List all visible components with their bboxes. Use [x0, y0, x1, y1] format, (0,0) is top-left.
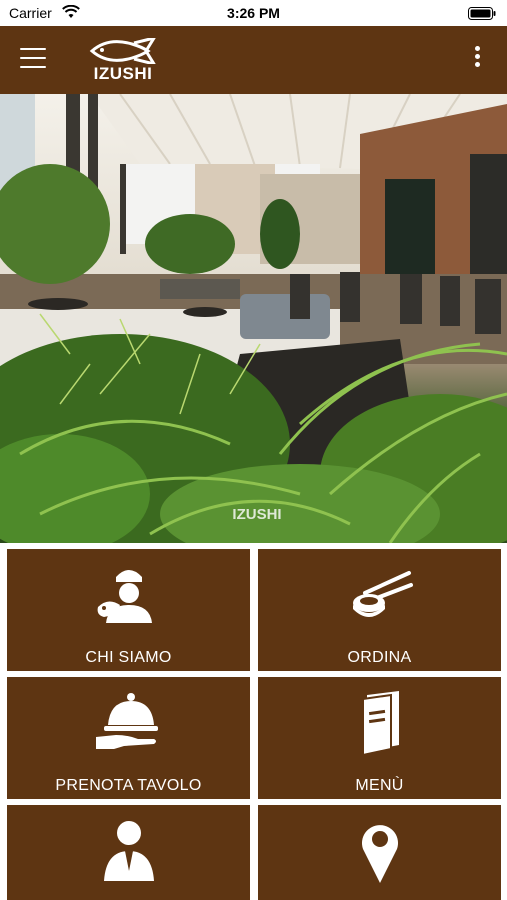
hero-watermark: IZUSHI — [232, 506, 282, 523]
sushi-chopsticks-icon — [352, 571, 413, 617]
tile-location[interactable] — [258, 805, 501, 900]
tile-label: CHI SIAMO — [85, 649, 172, 666]
app-header: IZUSHI — [0, 26, 507, 94]
tile-chi-siamo[interactable]: CHI SIAMO — [7, 549, 250, 671]
cloche-icon — [95, 693, 158, 749]
navigation-tiles: CHI SIAMO ORDINA PRENOTA TAVOLO MENÙ — [0, 543, 507, 900]
clock: 3:26 PM — [227, 5, 280, 21]
logo-text: IZUSHI — [93, 64, 153, 83]
menu-book-icon — [361, 691, 399, 755]
tile-label: MENÙ — [355, 777, 404, 794]
chef-icon — [97, 570, 152, 623]
hero-image: IZUSHI — [0, 94, 507, 543]
tile-label: ORDINA — [347, 649, 412, 666]
izushi-logo: IZUSHI — [88, 38, 158, 84]
location-pin-icon — [361, 825, 398, 883]
tile-prenota-tavolo[interactable]: PRENOTA TAVOLO — [7, 677, 250, 799]
tile-ordina[interactable]: ORDINA — [258, 549, 501, 671]
tile-staff[interactable] — [7, 805, 250, 900]
restaurant-terrace-photo — [0, 94, 507, 543]
person-icon — [103, 821, 154, 881]
tile-menu[interactable]: MENÙ — [258, 677, 501, 799]
tile-label: PRENOTA TAVOLO — [55, 777, 202, 794]
battery-icon — [468, 7, 496, 20]
status-bar: Carrier 3:26 PM — [0, 0, 507, 26]
hamburger-icon[interactable] — [20, 48, 46, 70]
kebab-icon[interactable] — [473, 46, 481, 74]
fish-logo-icon — [89, 38, 156, 64]
